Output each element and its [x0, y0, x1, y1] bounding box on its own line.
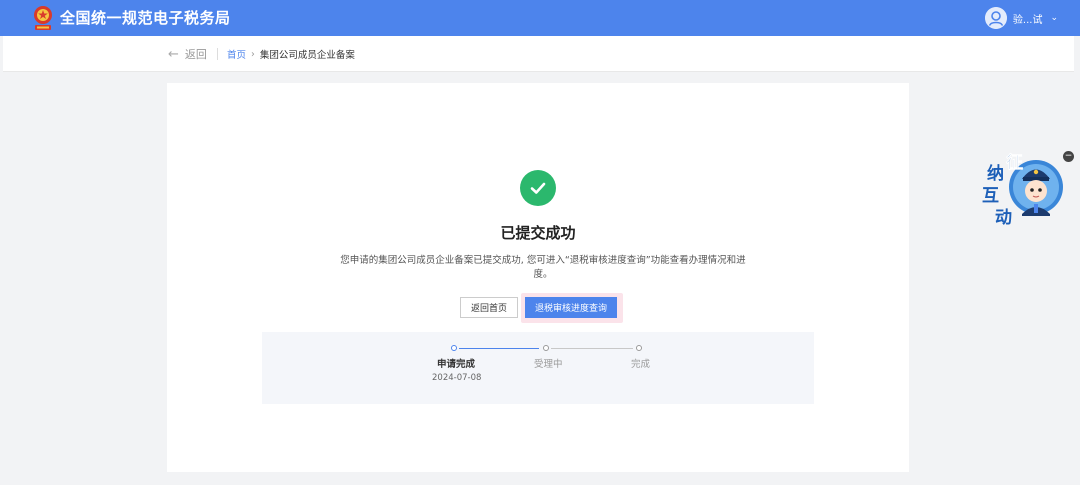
- back-home-button[interactable]: 返回首页: [460, 297, 518, 318]
- step-dot-3: [636, 345, 642, 351]
- step-date-1: 2024-07-08: [432, 373, 482, 383]
- widget-close-button[interactable]: −: [1063, 151, 1074, 162]
- tax-emblem-icon: [34, 6, 52, 30]
- tax-interaction-widget[interactable]: 征 纳 互 动: [978, 146, 1070, 228]
- user-avatar-icon: [984, 7, 1007, 29]
- result-card: 已提交成功 您申请的集团公司成员企业备案已提交成功, 您可进入“退税审核进度查询…: [167, 83, 909, 472]
- breadcrumb-separator: ›: [251, 48, 255, 60]
- step-label-2: 受理中: [534, 359, 563, 370]
- step-line-1: [459, 348, 539, 349]
- widget-char-4: 动: [995, 208, 1012, 228]
- refund-progress-query-button[interactable]: 退税审核进度查询: [525, 297, 617, 318]
- user-name: 验...试: [1012, 14, 1043, 26]
- breadcrumb-current: 集团公司成员企业备案: [259, 50, 355, 61]
- success-check-icon: [520, 170, 556, 206]
- user-menu[interactable]: 验...试 ⌄: [984, 6, 1058, 30]
- chevron-down-icon: ⌄: [1050, 13, 1058, 23]
- avatar: [984, 7, 1007, 29]
- success-description: 您申请的集团公司成员企业备案已提交成功, 您可进入“退税审核进度查询”功能查看办…: [340, 255, 746, 280]
- breadcrumb: 首页 › 集团公司成员企业备案: [227, 47, 355, 62]
- breadcrumb-bar: ← 返回 首页 › 集团公司成员企业备案: [3, 36, 1074, 72]
- breadcrumb-home-link[interactable]: 首页: [227, 47, 246, 61]
- query-button-highlight: 退税审核进度查询: [521, 293, 623, 323]
- back-button[interactable]: ← 返回: [168, 46, 207, 62]
- step-dot-2: [543, 345, 549, 351]
- back-label: 返回: [184, 48, 207, 61]
- step-dot-1: [451, 345, 457, 351]
- app-title: 全国统一规范电子税务局: [60, 9, 231, 27]
- success-title: 已提交成功: [500, 224, 576, 242]
- divider: [217, 48, 218, 60]
- widget-char-1: 征: [1006, 153, 1024, 174]
- step-label-3: 完成: [631, 359, 651, 370]
- progress-steps: 申请完成 2024-07-08 受理中 完成: [262, 332, 814, 404]
- step-line-2: [551, 348, 633, 349]
- top-header: 全国统一规范电子税务局 验...试 ⌄: [0, 0, 1080, 36]
- step-label-1: 申请完成: [437, 359, 476, 370]
- arrow-left-icon: ←: [168, 46, 179, 62]
